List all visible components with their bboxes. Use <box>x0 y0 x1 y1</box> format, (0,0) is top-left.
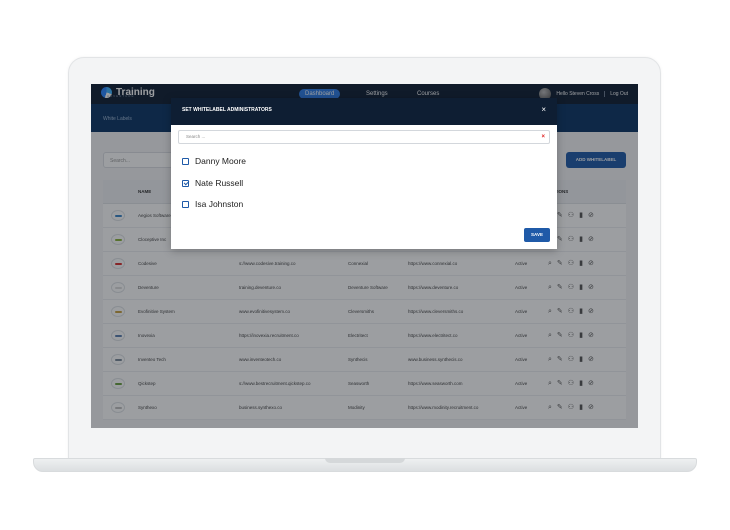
administrator-search-input[interactable]: Search ... × <box>178 130 550 144</box>
app-screen: Training ADVENTURE Dashboard Settings Co… <box>91 84 638 428</box>
modal-header: SET WHITELABEL ADMINISTRATORS × <box>171 98 557 125</box>
modal-title: SET WHITELABEL ADMINISTRATORS <box>182 107 272 113</box>
set-administrators-modal: SET WHITELABEL ADMINISTRATORS × Search .… <box>171 98 557 249</box>
laptop-notch <box>325 458 405 463</box>
checkbox[interactable] <box>182 157 189 165</box>
admin-option-nate-russell[interactable]: Nate Russell <box>182 178 243 188</box>
admin-option-isa-johnston[interactable]: Isa Johnston <box>182 199 243 209</box>
admin-option-label: Nate Russell <box>195 178 244 188</box>
admin-option-label: Danny Moore <box>195 156 247 166</box>
search-placeholder: Search ... <box>186 134 206 139</box>
save-button[interactable]: SAVE <box>524 228 550 242</box>
clear-search-icon[interactable]: × <box>541 131 545 143</box>
checkbox-checked[interactable] <box>182 179 189 187</box>
admin-option-danny-moore[interactable]: Danny Moore <box>182 156 246 166</box>
checkbox[interactable] <box>182 200 189 208</box>
admin-option-label: Isa Johnston <box>195 199 244 209</box>
close-icon[interactable]: × <box>541 106 546 114</box>
